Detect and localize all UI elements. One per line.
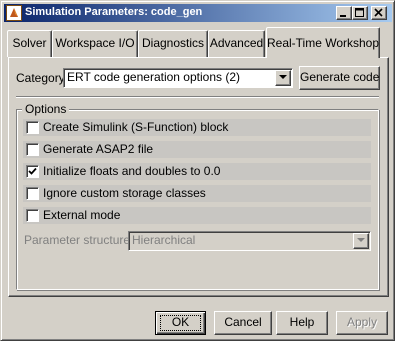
apply-label: Apply <box>346 315 378 329</box>
category-label: Category: <box>16 71 69 85</box>
help-label: Help <box>289 315 315 329</box>
cancel-label: Cancel <box>224 315 262 329</box>
options-group-label: Options <box>22 102 70 116</box>
focus-rect <box>160 315 201 331</box>
maximize-icon <box>355 8 364 17</box>
generate-code-button[interactable]: Generate code <box>299 66 380 90</box>
parameter-structure-label: Parameter structure: <box>24 233 134 247</box>
tab-label: Workspace I/O <box>55 36 135 50</box>
window-title: Simulation Parameters: code_gen <box>25 6 203 18</box>
option-label: Generate ASAP2 file <box>43 142 154 156</box>
option-create-sfunction-block[interactable]: Create Simulink (S-Function) block <box>23 119 371 136</box>
generate-code-label: Generate code <box>300 70 380 84</box>
ok-button[interactable]: OK <box>155 311 206 335</box>
option-label: External mode <box>43 208 121 222</box>
tab-label: Diagnostics <box>141 36 205 50</box>
close-button[interactable] <box>371 6 387 20</box>
checkbox[interactable] <box>26 143 39 156</box>
parameter-structure-dropdown[interactable]: Hierarchical <box>128 231 371 251</box>
apply-button[interactable]: Apply <box>336 311 388 335</box>
option-label: Initialize floats and doubles to 0.0 <box>43 164 221 178</box>
option-external-mode[interactable]: External mode <box>23 207 371 224</box>
category-value: ERT code generation options (2) <box>67 70 240 84</box>
tab-advanced[interactable]: Advanced <box>208 30 265 57</box>
option-ignore-custom-storage[interactable]: Ignore custom storage classes <box>23 185 371 202</box>
tab-label: Solver <box>12 36 47 50</box>
tab-real-time-workshop[interactable]: Real-Time Workshop <box>266 27 380 58</box>
checkmark-icon <box>28 167 37 175</box>
checkbox[interactable] <box>26 121 39 134</box>
chevron-down-icon[interactable] <box>353 233 369 249</box>
option-label: Ignore custom storage classes <box>43 186 206 200</box>
tab-label: Real-Time Workshop <box>267 36 380 50</box>
parameter-structure-value: Hierarchical <box>132 233 196 247</box>
matlab-icon <box>6 5 22 21</box>
checkbox[interactable] <box>26 165 39 178</box>
tab-label: Advanced <box>209 36 264 50</box>
tab-diagnostics[interactable]: Diagnostics <box>138 30 208 57</box>
cancel-button[interactable]: Cancel <box>214 311 272 335</box>
maximize-button[interactable] <box>352 6 368 20</box>
minimize-button[interactable] <box>336 6 352 20</box>
help-button[interactable]: Help <box>276 311 328 335</box>
checkbox[interactable] <box>26 209 39 222</box>
close-icon <box>374 8 383 17</box>
checkbox[interactable] <box>26 187 39 200</box>
title-bar[interactable]: Simulation Parameters: code_gen <box>4 4 392 22</box>
tab-solver[interactable]: Solver <box>7 30 52 57</box>
dialog-window: Simulation Parameters: code_gen Solver W… <box>0 0 395 341</box>
separator <box>16 96 379 98</box>
option-label: Create Simulink (S-Function) block <box>43 120 229 134</box>
option-generate-asap2[interactable]: Generate ASAP2 file <box>23 141 371 158</box>
category-dropdown[interactable]: ERT code generation options (2) <box>63 68 293 88</box>
option-initialize-floats[interactable]: Initialize floats and doubles to 0.0 <box>23 163 371 180</box>
minimize-icon <box>340 15 346 17</box>
chevron-down-icon[interactable] <box>275 70 291 86</box>
tab-workspace-io[interactable]: Workspace I/O <box>52 30 138 57</box>
